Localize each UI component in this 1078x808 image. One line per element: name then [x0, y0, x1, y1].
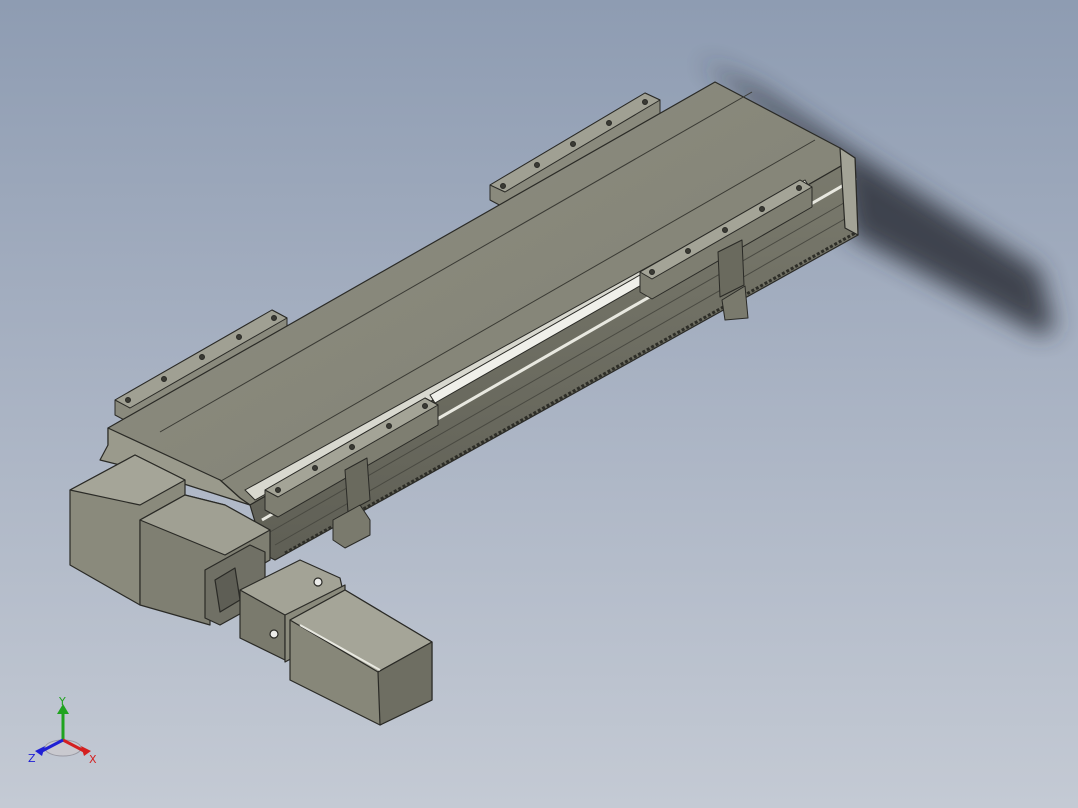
actuator-body[interactable]: [99, 81, 859, 561]
y-axis-label: Y: [58, 696, 66, 708]
model-scene[interactable]: [0, 0, 1078, 808]
z-axis-label: Z: [28, 752, 36, 765]
graphics-viewport[interactable]: Y X Z: [0, 0, 1078, 808]
x-axis-label: X: [89, 753, 97, 766]
coordinate-triad: Y X Z: [28, 696, 97, 766]
z-axis-arrow: [35, 746, 45, 756]
